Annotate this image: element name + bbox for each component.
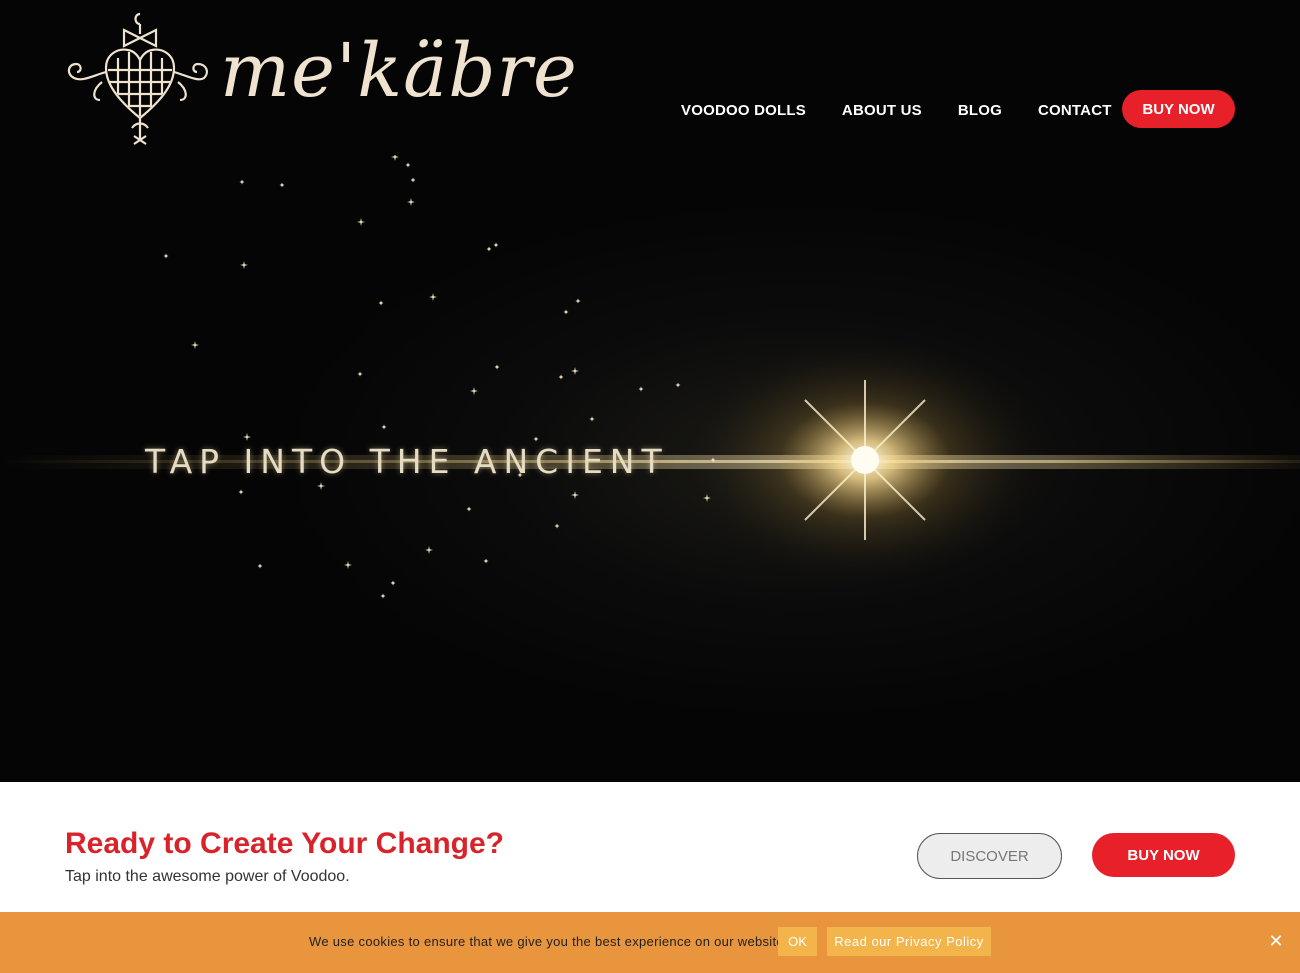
sparkle-star bbox=[407, 198, 415, 206]
sparkle-star bbox=[571, 367, 579, 375]
sparkle-star bbox=[257, 563, 263, 569]
sparkle-star bbox=[243, 433, 251, 441]
nav-item-about-us[interactable]: ABOUT US bbox=[842, 102, 922, 119]
sparkle-star bbox=[429, 293, 437, 301]
cta-subheading: Tap into the awesome power of Voodoo. bbox=[65, 868, 350, 885]
sparkle-star bbox=[279, 182, 285, 188]
sparkle-star bbox=[191, 341, 199, 349]
sparkle-star bbox=[563, 309, 569, 315]
sparkle-star bbox=[493, 242, 499, 248]
privacy-policy-button[interactable]: Read our Privacy Policy bbox=[827, 927, 991, 956]
sparkle-star bbox=[357, 371, 363, 377]
sparkle-star bbox=[589, 416, 595, 422]
sparkle-star bbox=[390, 580, 396, 586]
site-logo[interactable]: me'käbre bbox=[62, 10, 577, 145]
sparkle-star bbox=[344, 561, 352, 569]
sparkle-star bbox=[483, 558, 489, 564]
sparkle-star bbox=[378, 300, 384, 306]
sparkle-star bbox=[486, 246, 492, 252]
sparkle-star bbox=[533, 436, 539, 442]
veve-heart-emblem-icon bbox=[67, 12, 208, 145]
sparkle-star bbox=[381, 424, 387, 430]
discover-button[interactable]: DISCOVER bbox=[917, 833, 1062, 879]
cta-buy-now-button[interactable]: BUY NOW bbox=[1092, 833, 1235, 877]
logo-wordmark: me'käbre bbox=[220, 28, 578, 114]
cookie-message: We use cookies to ensure that we give yo… bbox=[309, 934, 788, 949]
sparkle-star bbox=[571, 491, 579, 499]
cookie-ok-button[interactable]: OK bbox=[778, 927, 817, 956]
sparkle-star bbox=[554, 523, 560, 529]
sparkle-star bbox=[317, 482, 325, 490]
nav-buy-now-button[interactable]: BUY NOW bbox=[1122, 90, 1235, 128]
sparkle-star bbox=[239, 179, 245, 185]
sparkle-star bbox=[163, 253, 169, 259]
cookie-consent-bar: We use cookies to ensure that we give yo… bbox=[0, 912, 1300, 973]
sparkle-star bbox=[380, 593, 386, 599]
sparkle-star bbox=[425, 546, 433, 554]
sparkle-star bbox=[575, 298, 581, 304]
close-icon[interactable]: ✕ bbox=[1266, 932, 1286, 952]
hero-title: TAP INTO THE ANCIENT bbox=[145, 442, 669, 481]
nav-item-voodoo-dolls[interactable]: VOODOO DOLLS bbox=[681, 102, 806, 119]
nav-item-blog[interactable]: BLOG bbox=[958, 102, 1002, 119]
sparkle-star bbox=[638, 386, 644, 392]
nav-item-contact[interactable]: CONTACT bbox=[1038, 102, 1112, 119]
cta-section: Ready to Create Your Change? Tap into th… bbox=[0, 782, 1300, 912]
sparkle-star bbox=[470, 387, 478, 395]
hero-video: TAP INTO THE ANCIENT bbox=[0, 155, 1300, 782]
sparkle-star bbox=[240, 261, 248, 269]
sparkle-star bbox=[675, 382, 681, 388]
sparkle-star bbox=[238, 489, 244, 495]
main-nav: VOODOO DOLLS ABOUT US BLOG CONTACT bbox=[663, 90, 1130, 130]
sparkle-star bbox=[410, 177, 416, 183]
cta-heading: Ready to Create Your Change? bbox=[65, 827, 504, 860]
sparkle-star bbox=[494, 364, 500, 370]
sparkle-star bbox=[558, 374, 564, 380]
site-header: me'käbre VOODOO DOLLS ABOUT US BLOG CONT… bbox=[0, 0, 1300, 155]
sparkle-star bbox=[405, 162, 411, 168]
sparkle-star bbox=[391, 155, 399, 161]
sparkle-star bbox=[357, 218, 365, 226]
sparkle-star bbox=[466, 506, 472, 512]
